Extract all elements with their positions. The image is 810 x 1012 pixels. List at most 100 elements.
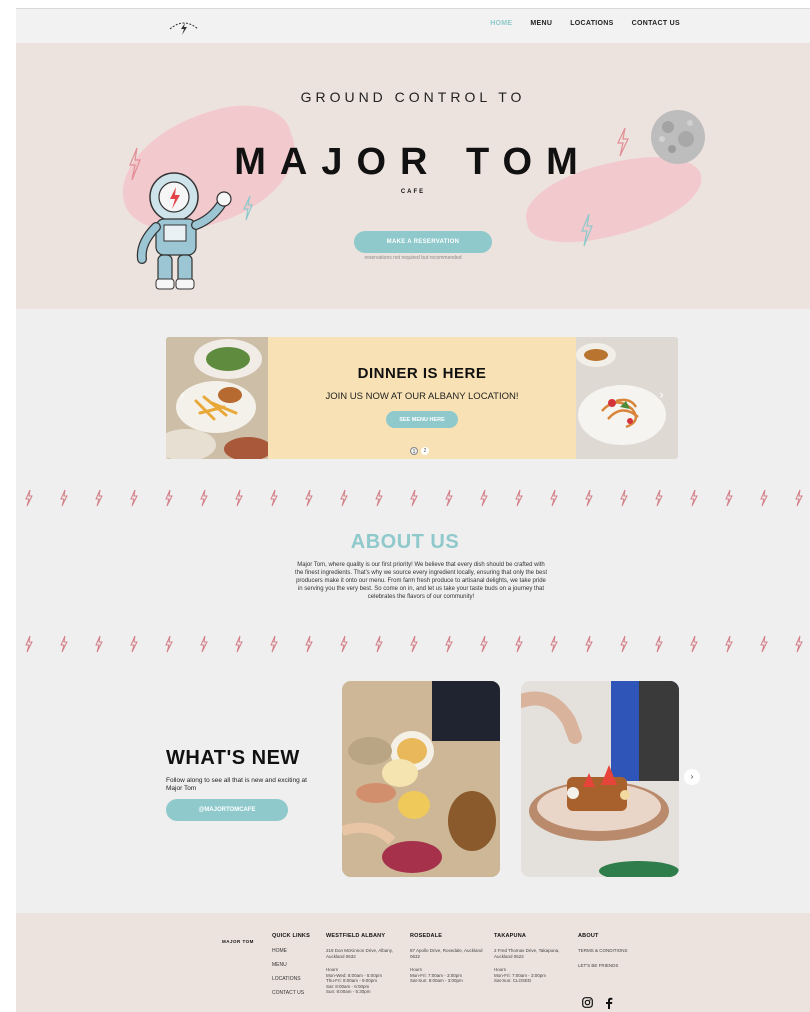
lightning-bolt-icon <box>25 489 33 507</box>
footer-about: ABOUT TERMS & CONDITIONS LET'S BE FRIEND… <box>578 933 628 968</box>
lightning-bolt-icon <box>305 635 313 653</box>
footer-westfield: WESTFIELD ALBANY 219 Don McKinnon Drive,… <box>326 933 402 995</box>
facebook-icon[interactable] <box>605 997 613 1009</box>
lightning-bolt-icon <box>445 489 453 507</box>
lightning-bolt-icon <box>620 489 628 507</box>
lightning-bolt-icon <box>375 489 383 507</box>
location-address: 87 Apollo Drive, Rosedale, Auckland 0632 <box>410 948 483 959</box>
lightning-bolt-icon <box>725 489 733 507</box>
lightning-bolt-icon <box>760 489 768 507</box>
lightning-bolt-icon <box>550 635 558 653</box>
nav-locations[interactable]: LOCATIONS <box>570 20 613 27</box>
lightning-bolt-icon <box>550 489 558 507</box>
about-title: ABOUT US <box>350 531 460 553</box>
lets-be-friends-link[interactable]: LET'S BE FRIENDS <box>578 963 628 969</box>
footer-heading: ROSEDALE <box>410 933 443 939</box>
lightning-bolt-icon <box>200 635 208 653</box>
lightning-bolt-icon <box>690 635 698 653</box>
lightning-bolt-icon <box>165 635 173 653</box>
instagram-photo-1[interactable] <box>342 681 500 877</box>
instagram-icon[interactable] <box>582 997 593 1008</box>
lightning-bolt-icon <box>480 489 488 507</box>
lightning-bolt-icon <box>515 489 523 507</box>
carousel-dots: 1 2 <box>410 447 429 455</box>
lightning-bolt-icon <box>410 635 418 653</box>
lightning-bolt-icon <box>410 489 418 507</box>
lightning-bolt-icon <box>585 635 593 653</box>
whats-new-title: WHAT'S NEW <box>166 747 300 769</box>
carousel-dot-1[interactable]: 1 <box>410 447 418 455</box>
footer: MAJOR TOM QUICK LINKS HOME MENU LOCATION… <box>16 913 810 1012</box>
bolt-divider-top <box>24 489 804 509</box>
footer-brand: MAJOR TOM <box>222 939 254 944</box>
french-toast-icon <box>521 681 679 877</box>
make-reservation-button[interactable]: MAKE A RESERVATION <box>354 231 492 253</box>
nav-home[interactable]: HOME <box>490 20 512 27</box>
lightning-bolt-icon <box>130 489 138 507</box>
footer-link-locations[interactable]: LOCATIONS <box>272 976 310 982</box>
lightning-bolt-icon <box>95 489 103 507</box>
footer-takapuna: TAKAPUNA 2 Fred Thomas Drive, Takapuna, … <box>494 933 570 984</box>
lightning-bolt-icon <box>480 635 488 653</box>
hero-title: MAJOR TOM <box>234 141 592 183</box>
lightning-bolt-icon <box>200 489 208 507</box>
lightning-bolt-icon <box>795 635 803 653</box>
lightning-bolt-icon <box>235 489 243 507</box>
location-address: 2 Fred Thomas Drive, Takapuna, Auckland … <box>494 948 560 959</box>
lightning-bolt-icon <box>165 489 173 507</box>
dinner-carousel: ‹ › DINNER IS HERE JOIN US NOW AT OUR AL… <box>166 337 678 459</box>
location-address: 219 Don McKinnon Drive, Albany, Auckland… <box>326 948 393 959</box>
lightning-bolt-icon <box>270 635 278 653</box>
lightning-bolt-icon <box>130 635 138 653</box>
bolt-divider-bottom <box>24 635 804 655</box>
hours-line: Sat-Sun: 8:00am - 3:00pm <box>410 978 463 983</box>
lightning-bolt-icon <box>655 489 663 507</box>
lightning-bolt-icon <box>340 635 348 653</box>
lightning-bolt-icon <box>25 635 33 653</box>
footer-link-home[interactable]: HOME <box>272 948 310 954</box>
lightning-bolt-icon <box>270 489 278 507</box>
top-bar: HOME MENU LOCATIONS CONTACT US <box>16 9 810 43</box>
lightning-bolt-icon <box>243 195 253 221</box>
carousel-title: DINNER IS HERE <box>357 365 487 382</box>
hours-line: Sun: 8:00am - 5:30pm <box>326 989 371 994</box>
carousel-dot-2[interactable]: 2 <box>421 447 429 455</box>
logo-icon[interactable] <box>166 15 202 37</box>
instagram-handle-button[interactable]: @MAJORTOMCAFE <box>166 799 288 821</box>
footer-heading: QUICK LINKS <box>272 933 310 939</box>
footer-link-contact-us[interactable]: CONTACT US <box>272 990 310 996</box>
hero-section: GROUND CONTROL TO MAJOR TOM CAFE MAKE A … <box>16 43 810 309</box>
terms-link[interactable]: TERMS & CONDITIONS <box>578 948 628 954</box>
footer-quick-links: QUICK LINKS HOME MENU LOCATIONS CONTACT … <box>272 933 310 1004</box>
reservation-note: reservations not required but recommende… <box>364 255 462 261</box>
footer-link-menu[interactable]: MENU <box>272 962 310 968</box>
hours-line: Sat-Sun: CLOSED <box>494 978 532 983</box>
lightning-bolt-icon <box>305 489 313 507</box>
footer-heading: ABOUT <box>578 933 599 939</box>
site: HOME MENU LOCATIONS CONTACT US GROUND CO… <box>16 8 810 1012</box>
nav-contact-us[interactable]: CONTACT US <box>632 20 680 27</box>
about-text: Major Tom, where quality is our first pr… <box>294 562 548 600</box>
lightning-bolt-icon <box>95 635 103 653</box>
carousel-subtitle: JOIN US NOW AT OUR ALBANY LOCATION! <box>325 391 519 402</box>
chevron-right-icon[interactable]: › <box>684 769 700 785</box>
lightning-bolt-icon <box>340 489 348 507</box>
lightning-bolt-icon <box>235 635 243 653</box>
lightning-bolt-icon <box>760 635 768 653</box>
lightning-bolt-icon <box>795 489 803 507</box>
chevron-left-icon[interactable]: ‹ <box>180 389 185 401</box>
lightning-bolt-icon <box>60 489 68 507</box>
lightning-bolt-icon <box>585 489 593 507</box>
hero-pretitle: GROUND CONTROL TO <box>300 89 526 105</box>
chevron-right-icon[interactable]: › <box>659 389 664 401</box>
lightning-bolt-icon <box>581 213 593 247</box>
nav-menu[interactable]: MENU <box>530 20 552 27</box>
instagram-photo-2[interactable] <box>521 681 679 877</box>
hero-subtitle: CAFE <box>400 189 426 195</box>
lightning-bolt-icon <box>690 489 698 507</box>
whats-new-text: Follow along to see all that is new and … <box>166 777 307 792</box>
drinks-toast-icon <box>342 681 500 877</box>
lightning-bolt-icon <box>655 635 663 653</box>
see-menu-button[interactable]: SEE MENU HERE <box>386 411 458 428</box>
social-links <box>582 997 613 1009</box>
